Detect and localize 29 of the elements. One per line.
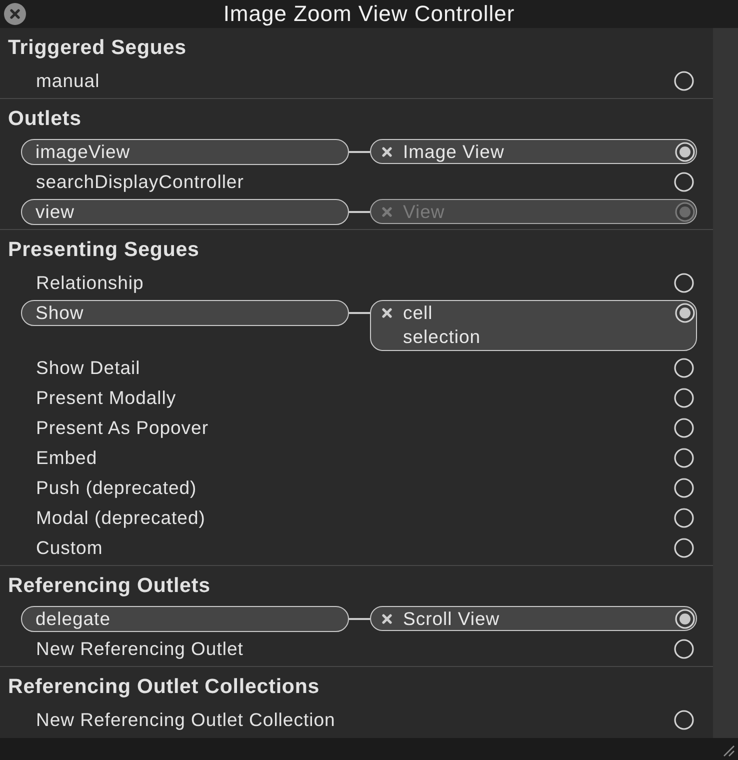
connection-name-pill: view [21, 199, 349, 225]
connection-name: Embed [36, 446, 98, 470]
connection-name: manual [36, 69, 100, 93]
connection-name: Push (deprecated) [36, 476, 197, 500]
connection-name: Custom [36, 536, 103, 560]
section-header: Referencing Outlets [8, 574, 210, 598]
connection-name: New Referencing Outlet Collection [36, 708, 336, 732]
target-name: selection [403, 326, 481, 348]
connector-line [349, 211, 370, 213]
connection-name-pill: Show [21, 300, 349, 326]
close-icon [10, 9, 20, 19]
connection-name: searchDisplayController [36, 170, 244, 194]
window-title: Image Zoom View Controller [223, 1, 515, 27]
section-header: Referencing Outlet Collections [8, 675, 320, 699]
connection-name-pill: imageView [21, 139, 349, 165]
connection-name: Present As Popover [36, 416, 209, 440]
connection-name: New Referencing Outlet [36, 637, 244, 661]
connection-name: Relationship [36, 271, 144, 295]
connection-name: Modal (deprecated) [36, 506, 206, 530]
target-name: Scroll View [403, 608, 500, 630]
connection-name-pill: delegate [21, 606, 349, 632]
section-header: Outlets [8, 107, 82, 131]
section-header: Presenting Segues [8, 238, 200, 262]
target-name: cell [403, 302, 433, 324]
connection-name: Present Modally [36, 386, 176, 410]
connection-name: Show Detail [36, 356, 140, 380]
target-name: Image View [403, 140, 504, 162]
section-header: Triggered Segues [8, 36, 186, 60]
close-button[interactable] [4, 3, 26, 25]
